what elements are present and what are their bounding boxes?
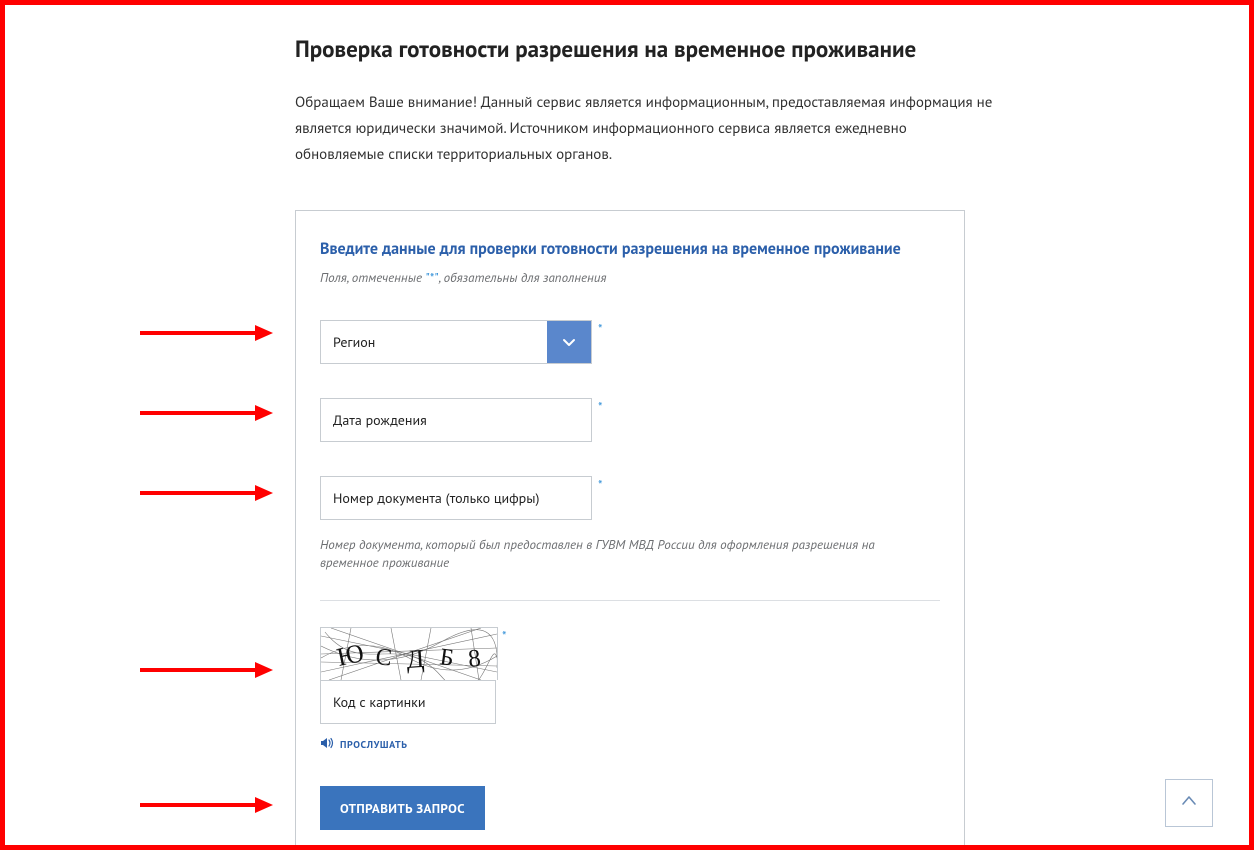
content-column: Проверка готовности разрешения на времен… <box>5 5 995 850</box>
chevron-up-icon <box>1179 791 1199 816</box>
scroll-to-top-button[interactable] <box>1165 779 1213 827</box>
form-heading: Введите данные для проверки готовности р… <box>320 239 940 259</box>
page-frame: Проверка готовности разрешения на времен… <box>0 0 1254 850</box>
form-card: Введите данные для проверки готовности р… <box>295 210 965 850</box>
required-star-icon: * <box>598 476 603 493</box>
svg-text:Д: Д <box>405 644 425 674</box>
chevron-down-icon <box>547 321 591 363</box>
page-title: Проверка готовности разрешения на времен… <box>295 35 995 64</box>
region-select[interactable]: Регион <box>320 320 592 364</box>
region-field: Регион * <box>320 320 940 364</box>
captcha-input[interactable] <box>320 680 496 724</box>
captcha-block: * Ю С <box>320 627 940 754</box>
docnum-hint: Номер документа, который был предоставле… <box>320 536 920 572</box>
docnum-input[interactable] <box>320 476 592 520</box>
required-fields-hint: Поля, отмеченные "*", обязательны для за… <box>320 269 940 286</box>
intro-paragraph: Обращаем Ваше внимание! Данный сервис яв… <box>295 90 995 168</box>
docnum-field: * Номер документа, который был предостав… <box>320 476 940 572</box>
divider <box>320 600 940 601</box>
svg-text:Ю: Ю <box>334 638 366 672</box>
region-select-label: Регион <box>321 321 547 363</box>
required-star-icon: * <box>502 627 507 644</box>
required-star-icon: * <box>598 320 603 337</box>
submit-button[interactable]: ОТПРАВИТЬ ЗАПРОС <box>320 786 485 830</box>
speaker-icon <box>320 734 334 754</box>
svg-text:8: 8 <box>467 645 482 673</box>
captcha-image: Ю С Д Б 8 <box>320 627 498 680</box>
dob-field: * <box>320 398 940 442</box>
required-star-icon: * <box>598 398 603 415</box>
svg-text:С: С <box>374 644 393 672</box>
captcha-listen-label: ПРОСЛУШАТЬ <box>340 738 408 751</box>
svg-text:Б: Б <box>438 644 455 672</box>
captcha-listen-link[interactable]: ПРОСЛУШАТЬ <box>320 734 940 754</box>
dob-input[interactable] <box>320 398 592 442</box>
